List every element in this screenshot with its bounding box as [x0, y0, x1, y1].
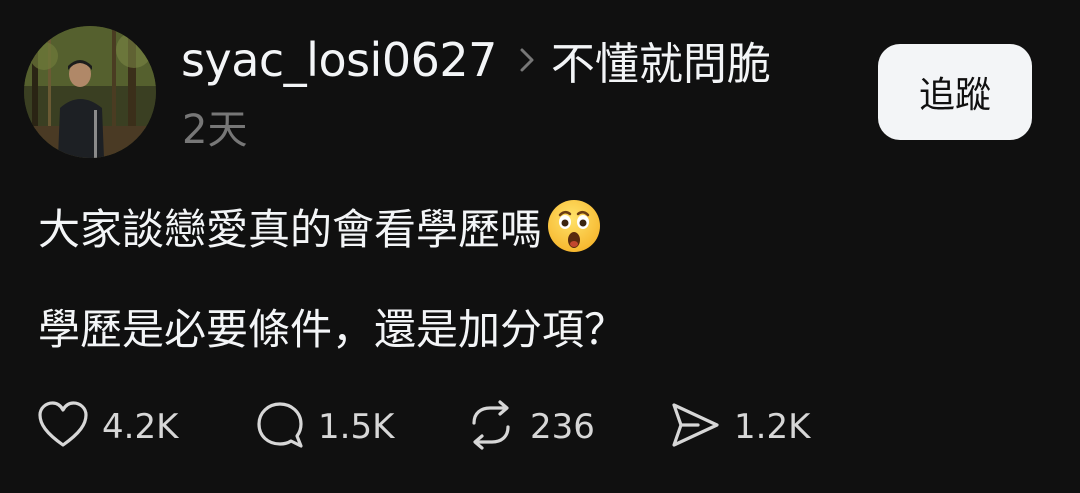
speech-bubble-icon — [254, 399, 306, 455]
avatar-photo — [24, 26, 156, 158]
share-count: 1.2K — [734, 407, 811, 447]
chevron-right-icon — [519, 47, 535, 73]
follow-button[interactable]: 追蹤 — [878, 44, 1032, 140]
share-button[interactable]: 1.2K — [668, 398, 810, 456]
post-text-line-2: 學歷是必要條件，還是加分項？ — [38, 304, 627, 354]
like-button[interactable]: 4.2K — [36, 398, 178, 456]
send-icon — [668, 399, 722, 455]
astonished-face-emoji — [546, 198, 602, 254]
like-count: 4.2K — [102, 407, 179, 447]
username-link[interactable]: syac_losi0627 — [181, 33, 497, 87]
reply-button[interactable]: 1.5K — [254, 398, 394, 456]
repost-icon — [464, 399, 518, 455]
avatar[interactable] — [24, 26, 156, 158]
repost-count: 236 — [530, 407, 595, 447]
reply-count: 1.5K — [318, 407, 395, 447]
repost-button[interactable]: 236 — [464, 398, 595, 456]
heart-icon — [36, 400, 90, 454]
post-timestamp: 2天 — [182, 107, 248, 153]
post-text-line-1: 大家談戀愛真的會看學歷嗎 — [38, 196, 602, 256]
action-bar: 4.2K 1.5K 236 1.2K — [36, 398, 836, 456]
topic-tag-link[interactable]: 不懂就問脆 — [551, 28, 771, 92]
post-text: 大家談戀愛真的會看學歷嗎 — [38, 204, 543, 254]
